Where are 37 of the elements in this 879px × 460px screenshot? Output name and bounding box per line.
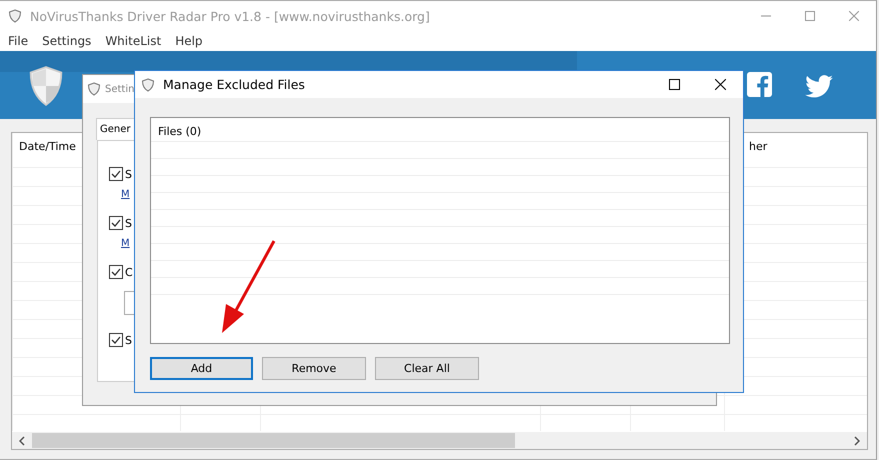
dialog-button[interactable]: Add <box>150 357 253 380</box>
close-icon <box>714 79 726 90</box>
checkbox-label: S <box>125 334 132 346</box>
shield-icon <box>141 78 155 92</box>
scroll-left-icon[interactable] <box>19 436 25 446</box>
window-title: NoVirusThanks Driver Radar Pro v1.8 - [www.novirusthanks.org] <box>30 8 430 24</box>
column-header[interactable]: Date/Time <box>19 140 76 153</box>
menu-item[interactable]: Help <box>175 34 203 48</box>
shield-icon <box>87 82 101 96</box>
link[interactable]: M <box>121 189 130 200</box>
facebook-icon[interactable] <box>747 72 772 97</box>
column-header[interactable]: her <box>749 140 768 153</box>
maximize-icon <box>805 11 815 21</box>
checkbox-label: S <box>125 216 132 230</box>
window-title: Settin <box>105 84 134 94</box>
checkbox-label: S <box>125 168 132 180</box>
twitter-icon[interactable] <box>805 75 833 98</box>
list-header[interactable]: Files (0) <box>158 125 202 138</box>
menu-item[interactable]: Settings <box>42 34 92 48</box>
checkbox[interactable] <box>109 216 123 230</box>
link[interactable]: M <box>121 238 130 249</box>
checkbox[interactable] <box>109 333 123 347</box>
horizontal-scrollbar[interactable] <box>12 432 867 449</box>
checkbox-label: C <box>125 266 133 278</box>
shield-icon <box>8 9 22 23</box>
menu-item[interactable]: WhiteList <box>105 34 162 48</box>
checkbox[interactable] <box>109 265 123 279</box>
menu-item[interactable]: File <box>8 34 28 48</box>
window-title: Manage Excluded Files <box>163 77 305 92</box>
scroll-right-icon[interactable] <box>854 436 860 446</box>
close-icon <box>849 11 859 21</box>
scrollbar-thumb[interactable] <box>32 433 515 448</box>
maximize-icon <box>668 79 680 90</box>
dialog-button[interactable]: Clear All <box>375 357 479 380</box>
checkbox[interactable] <box>109 167 123 181</box>
dialog-button[interactable]: Remove <box>262 357 366 380</box>
shield-icon <box>28 65 64 107</box>
